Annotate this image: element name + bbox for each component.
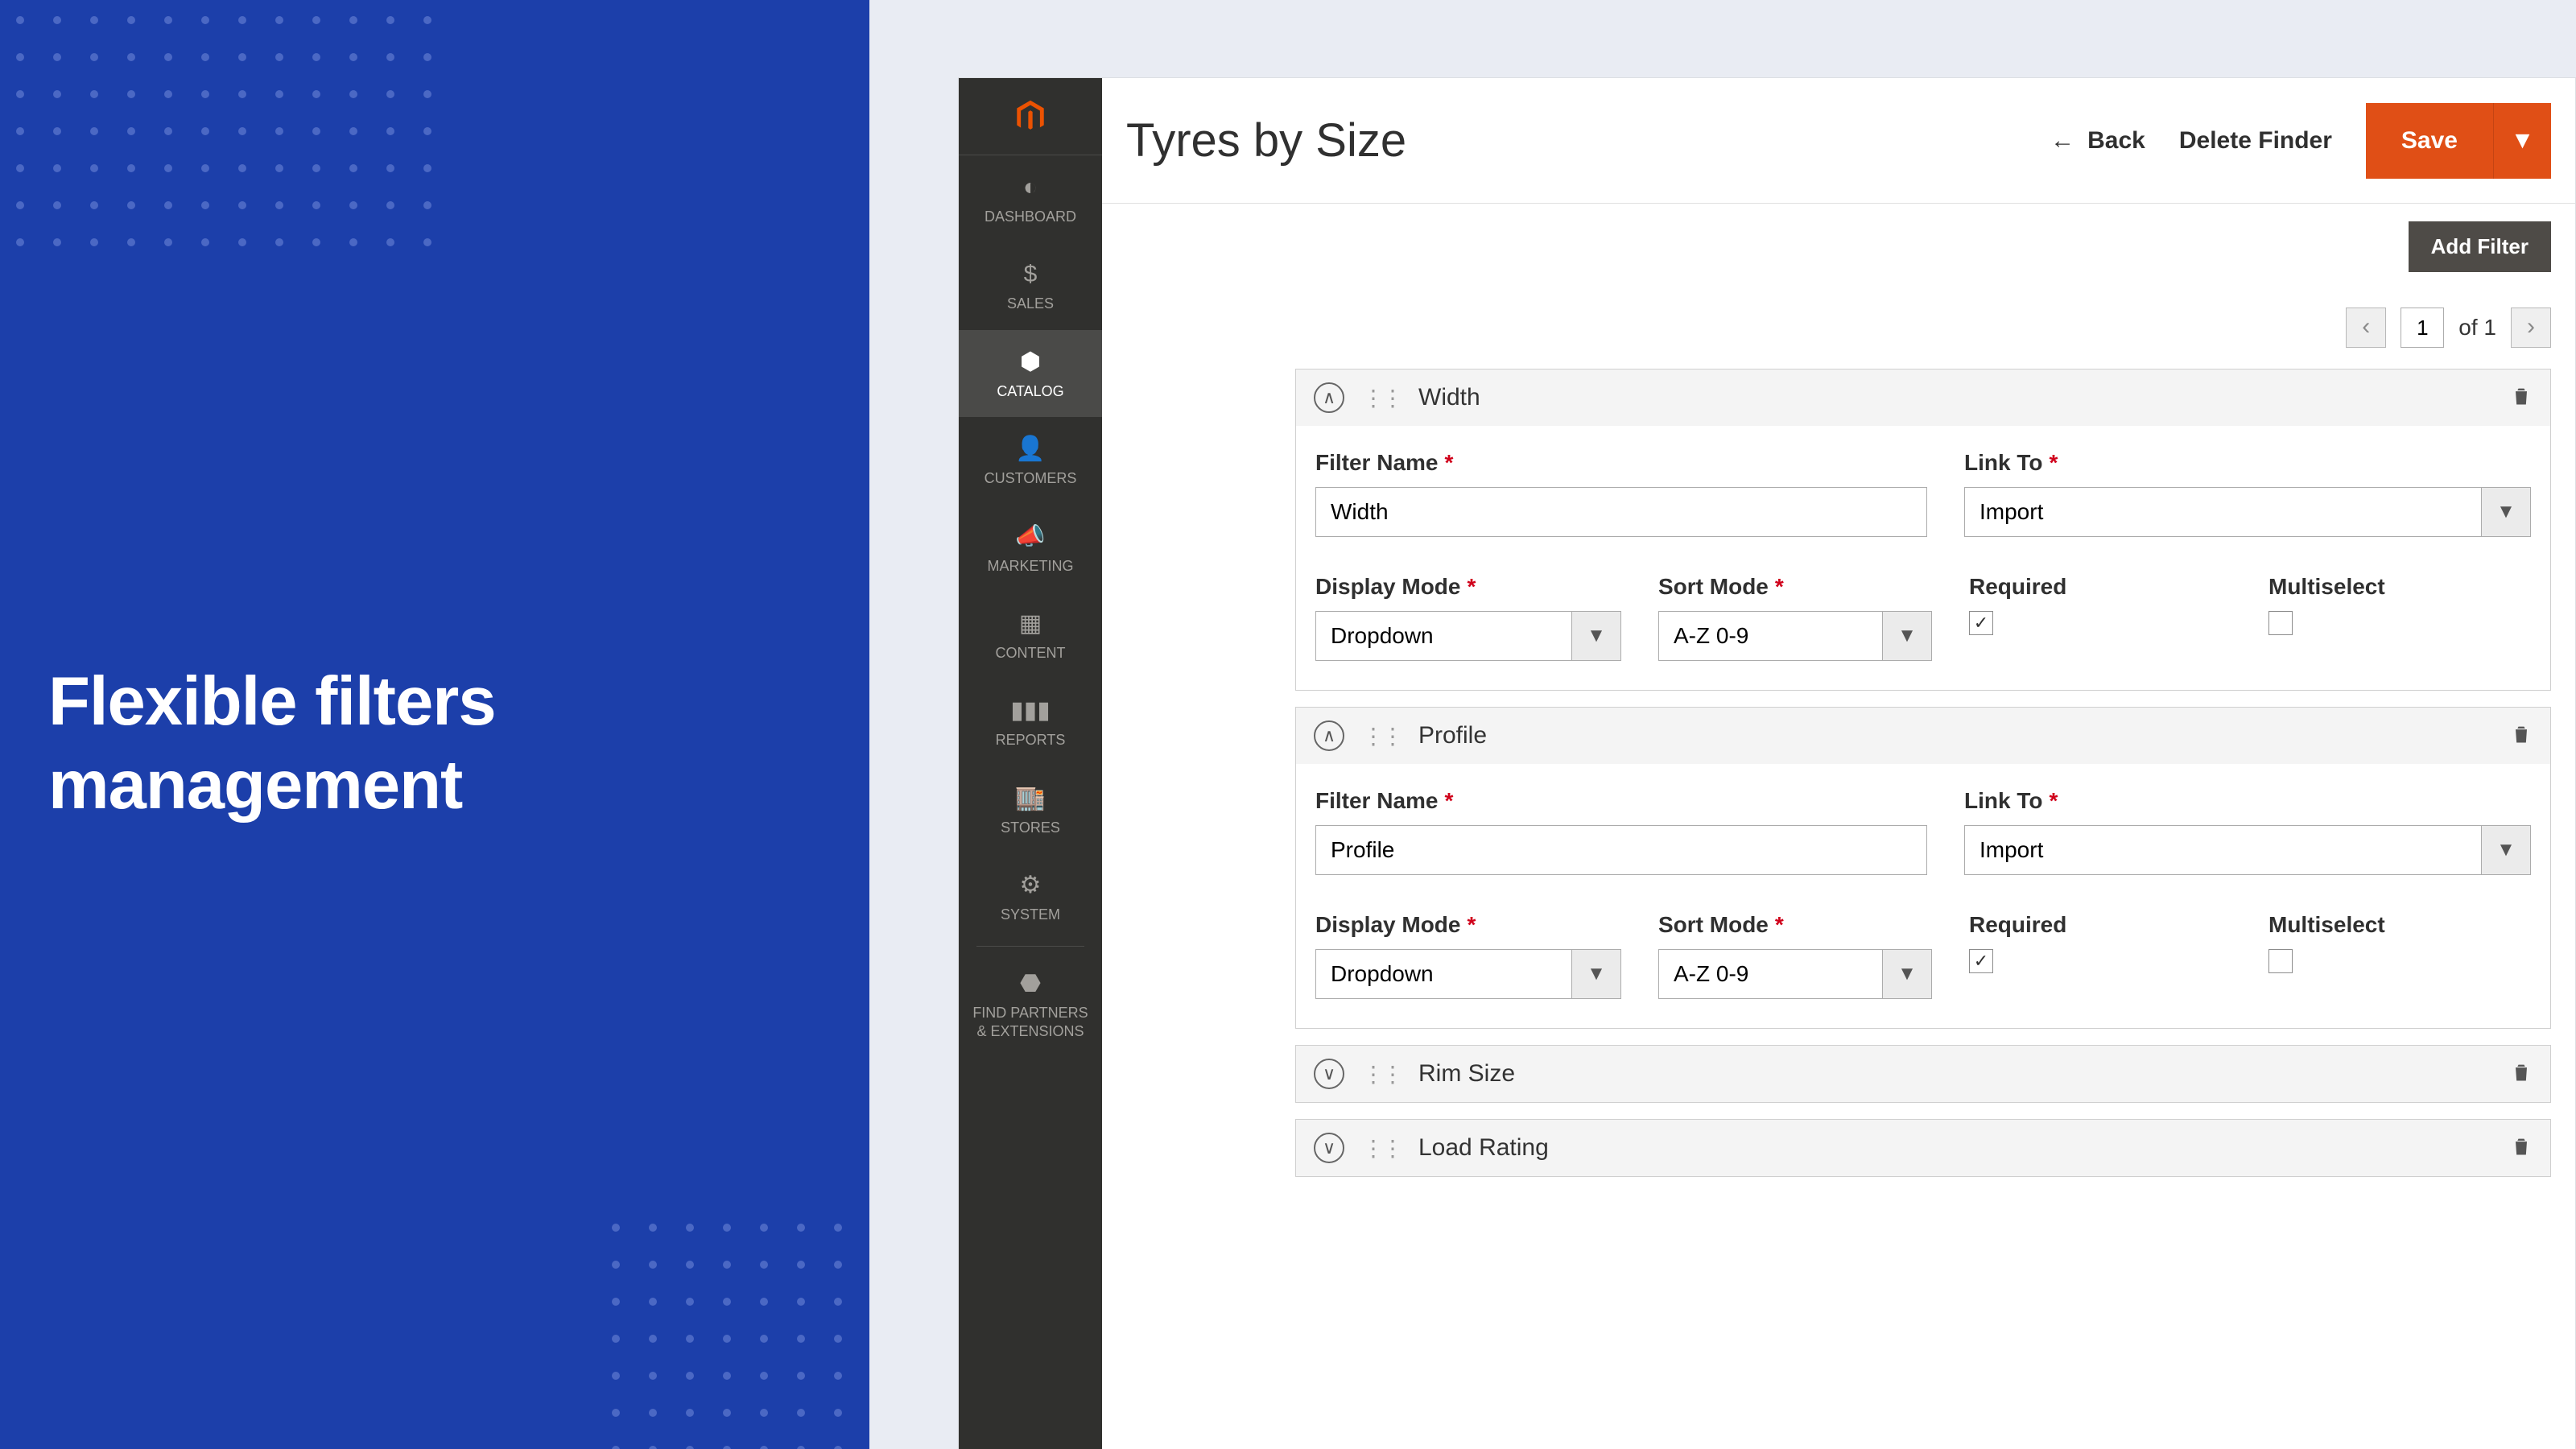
- link-to-label: Link To*: [1964, 450, 2531, 476]
- delete-finder-button[interactable]: Delete Finder: [2179, 127, 2332, 155]
- link-to-select[interactable]: Import▼: [1964, 487, 2531, 537]
- page-prev-button[interactable]: ‹: [2346, 308, 2386, 348]
- display-mode-select[interactable]: Dropdown▼: [1315, 949, 1621, 999]
- page-input[interactable]: [2401, 308, 2444, 348]
- delete-filter-button[interactable]: [2510, 1060, 2533, 1088]
- sidebar-item-system[interactable]: ⚙SYSTEM: [959, 853, 1102, 940]
- filter-card-body: Filter Name* Link To* Import▼ Display Mode*…: [1296, 426, 2550, 690]
- delete-filter-button[interactable]: [2510, 1134, 2533, 1162]
- arrow-left-icon: ←: [2050, 127, 2074, 155]
- person-icon: 👤: [1015, 433, 1045, 464]
- collapse-toggle[interactable]: ∨: [1314, 1133, 1344, 1163]
- chevron-down-icon: ▼: [1571, 611, 1621, 661]
- magento-logo[interactable]: [959, 78, 1102, 155]
- sidebar-item-dashboard[interactable]: ◐DASHBOARD: [959, 155, 1102, 242]
- filter-card: ∧ ⋮⋮ Width Filter Name* Link To* Import▼ Displ…: [1295, 369, 2551, 691]
- gear-icon: ⚙: [1020, 869, 1042, 901]
- display-mode-label: Display Mode*: [1315, 912, 1621, 938]
- filter-name-input[interactable]: [1315, 487, 1927, 537]
- cube-icon: ⬢: [1020, 346, 1041, 378]
- page-title: Tyres by Size: [1126, 114, 1406, 167]
- filter-card-header: ∧ ⋮⋮ Width: [1296, 369, 2550, 426]
- drag-handle-icon[interactable]: ⋮⋮: [1362, 385, 1401, 411]
- sidebar-separator: [976, 946, 1084, 947]
- sidebar-item-customers[interactable]: 👤CUSTOMERS: [959, 417, 1102, 504]
- main-content: Tyres by Size ← Back Delete Finder Save …: [1102, 78, 2575, 1449]
- admin-sidebar: ◐DASHBOARD $SALES ⬢CATALOG 👤CUSTOMERS 📣M…: [959, 78, 1102, 1449]
- drag-handle-icon[interactable]: ⋮⋮: [1362, 1061, 1401, 1088]
- sort-mode-select[interactable]: A-Z 0-9▼: [1658, 949, 1932, 999]
- link-to-select[interactable]: Import▼: [1964, 825, 2531, 875]
- filter-title: Profile: [1418, 722, 1487, 749]
- sidebar-item-catalog[interactable]: ⬢CATALOG: [959, 330, 1102, 417]
- filter-card: ∧ ⋮⋮ Profile Filter Name* Link To* Import▼ Dis…: [1295, 707, 2551, 1029]
- filter-card-header: ∨ ⋮⋮ Load Rating: [1296, 1120, 2550, 1176]
- filter-card-header: ∧ ⋮⋮ Profile: [1296, 708, 2550, 764]
- promo-headline: Flexible filters management: [48, 660, 496, 827]
- megaphone-icon: 📣: [1015, 521, 1045, 552]
- filter-name-label: Filter Name*: [1315, 788, 1927, 814]
- required-checkbox[interactable]: ✓: [1969, 611, 1993, 635]
- filter-name-input[interactable]: [1315, 825, 1927, 875]
- multiselect-checkbox[interactable]: [2268, 611, 2293, 635]
- filter-title: Width: [1418, 384, 1480, 411]
- layout-icon: ▦: [1019, 608, 1042, 639]
- add-filter-button[interactable]: Add Filter: [2409, 221, 2551, 272]
- multiselect-label: Multiselect: [2268, 574, 2531, 600]
- sidebar-item-reports[interactable]: ▮▮▮REPORTS: [959, 679, 1102, 766]
- promo-panel: Flexible filters management: [0, 0, 869, 1449]
- admin-app-shell: ◐DASHBOARD $SALES ⬢CATALOG 👤CUSTOMERS 📣M…: [958, 77, 2576, 1449]
- sidebar-item-sales[interactable]: $SALES: [959, 242, 1102, 329]
- delete-filter-button[interactable]: [2510, 384, 2533, 412]
- cube-stack-icon: ⬣: [1020, 968, 1041, 999]
- page-header: Tyres by Size ← Back Delete Finder Save …: [1102, 78, 2575, 204]
- filter-title: Load Rating: [1418, 1134, 1549, 1162]
- drag-handle-icon[interactable]: ⋮⋮: [1362, 1135, 1401, 1162]
- drag-handle-icon[interactable]: ⋮⋮: [1362, 723, 1401, 749]
- chevron-down-icon: ▼: [1882, 949, 1932, 999]
- chevron-down-icon: ▼: [2481, 825, 2531, 875]
- filter-card-body: Filter Name* Link To* Import▼ Display Mode*…: [1296, 764, 2550, 1028]
- chevron-down-icon: ▼: [1882, 611, 1932, 661]
- collapse-toggle[interactable]: ∧: [1314, 720, 1344, 751]
- multiselect-label: Multiselect: [2268, 912, 2531, 938]
- filter-card: ∨ ⋮⋮ Rim Size: [1295, 1045, 2551, 1103]
- save-button[interactable]: Save: [2366, 103, 2493, 179]
- collapse-toggle[interactable]: ∨: [1314, 1059, 1344, 1089]
- page-of-label: of 1: [2458, 315, 2496, 341]
- decorative-dots: [16, 16, 438, 253]
- sort-mode-select[interactable]: A-Z 0-9▼: [1658, 611, 1932, 661]
- multiselect-checkbox[interactable]: [2268, 949, 2293, 973]
- gauge-icon: ◐: [1023, 171, 1038, 203]
- sort-mode-label: Sort Mode*: [1658, 574, 1932, 600]
- delete-filter-button[interactable]: [2510, 722, 2533, 750]
- display-mode-label: Display Mode*: [1315, 574, 1621, 600]
- filter-card-header: ∨ ⋮⋮ Rim Size: [1296, 1046, 2550, 1102]
- required-checkbox[interactable]: ✓: [1969, 949, 1993, 973]
- filter-card: ∨ ⋮⋮ Load Rating: [1295, 1119, 2551, 1177]
- page-next-button[interactable]: ›: [2511, 308, 2551, 348]
- sidebar-item-marketing[interactable]: 📣MARKETING: [959, 505, 1102, 592]
- sidebar-item-content[interactable]: ▦CONTENT: [959, 592, 1102, 679]
- decorative-dots: [612, 1224, 869, 1449]
- sort-mode-label: Sort Mode*: [1658, 912, 1932, 938]
- collapse-toggle[interactable]: ∧: [1314, 382, 1344, 413]
- filter-name-label: Filter Name*: [1315, 450, 1927, 476]
- link-to-label: Link To*: [1964, 788, 2531, 814]
- back-button[interactable]: ← Back: [2050, 127, 2145, 155]
- storefront-icon: 🏬: [1015, 782, 1045, 814]
- sidebar-item-stores[interactable]: 🏬STORES: [959, 766, 1102, 853]
- chevron-down-icon: ▼: [1571, 949, 1621, 999]
- bar-chart-icon: ▮▮▮: [1010, 695, 1051, 726]
- chevron-down-icon: ▼: [2481, 487, 2531, 537]
- display-mode-select[interactable]: Dropdown▼: [1315, 611, 1621, 661]
- required-label: Required: [1969, 574, 2231, 600]
- required-label: Required: [1969, 912, 2231, 938]
- dollar-icon: $: [1024, 258, 1038, 290]
- sidebar-item-partners[interactable]: ⬣FIND PARTNERS & EXTENSIONS: [959, 952, 1102, 1058]
- pagination: ‹ of 1 ›: [1102, 272, 2575, 369]
- save-dropdown-button[interactable]: ▼: [2493, 103, 2551, 179]
- filter-title: Rim Size: [1418, 1060, 1515, 1088]
